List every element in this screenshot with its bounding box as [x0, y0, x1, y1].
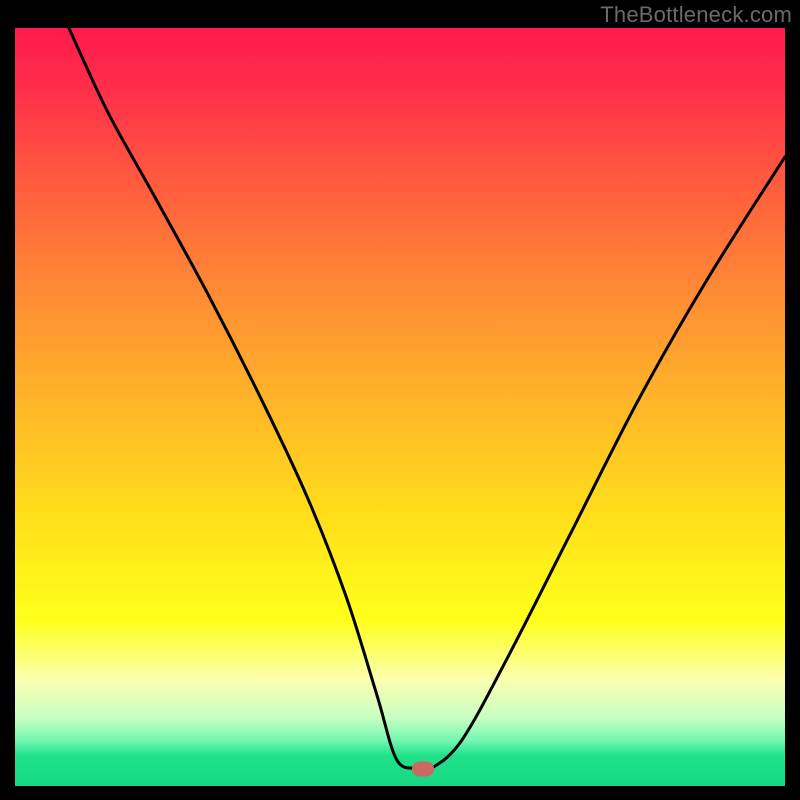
bottleneck-curve-path — [69, 28, 785, 771]
chart-frame: TheBottleneck.com — [0, 0, 800, 800]
plot-area — [15, 28, 785, 786]
watermark-text: TheBottleneck.com — [600, 2, 792, 28]
curve-svg — [15, 28, 785, 786]
optimum-marker — [412, 761, 434, 776]
